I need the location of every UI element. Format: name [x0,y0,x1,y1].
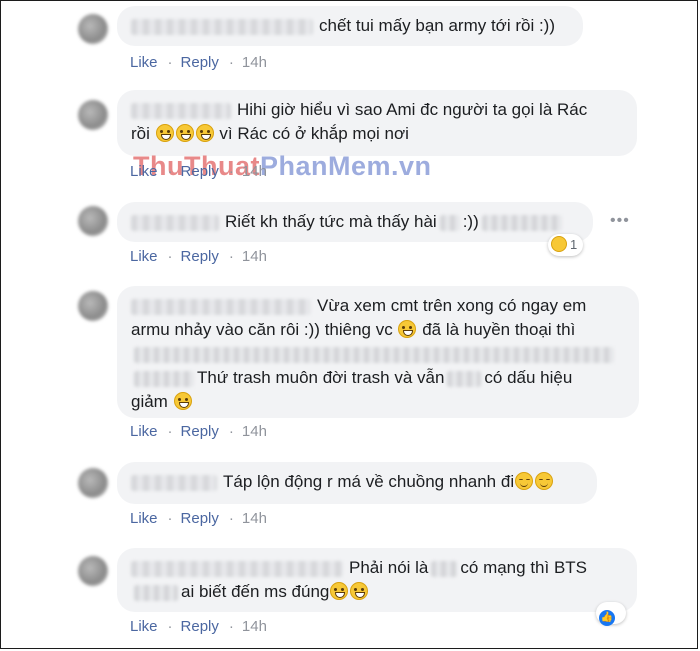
avatar[interactable] [78,100,108,130]
comment-actions: Like · Reply · 14h [130,510,277,527]
redacted-text [431,560,458,577]
timestamp[interactable]: 14h [242,248,267,265]
commenter-name[interactable] [131,18,313,35]
comment-text-line4: Thứ trash muôn đời trash và vẫn [197,368,445,387]
comment-bubble: chết tui mấy bạn army tới rồi :)) [117,6,583,46]
comment-text-line1: Vừa xem cmt trên xong có ngay em [317,296,587,315]
like-link[interactable]: Like [130,510,158,527]
timestamp[interactable]: 14h [242,423,267,440]
reply-link[interactable]: Reply [181,163,219,180]
like-link[interactable]: Like [130,423,158,440]
separator: · [228,423,234,440]
watermark-part2: PhanMem.vn [259,151,432,181]
timestamp[interactable]: 14h [242,618,267,635]
redacted-text [134,370,194,387]
separator: · [228,54,234,71]
avatar[interactable] [78,14,108,44]
commenter-name[interactable] [131,298,311,315]
grin-emoji-icon [175,124,194,142]
comment-text-line1b: có mạng thì BTS [460,558,588,577]
laugh-emoji-icon [330,582,349,600]
avatar[interactable] [78,556,108,586]
comment-bubble: Hihi giờ hiểu vì sao Ami đc người ta gọi… [117,90,637,156]
commenter-name[interactable] [131,214,219,231]
timestamp[interactable]: 14h [242,54,267,71]
comment-text-line1: Hihi giờ hiểu vì sao Ami đc người ta gọi… [237,100,588,119]
separator: · [167,248,173,265]
grin-emoji-icon [173,392,192,410]
avatar[interactable] [78,468,108,498]
separator: · [167,510,173,527]
timestamp[interactable]: 14h [242,510,267,527]
comment-actions: Like · Reply · 14h [130,248,277,265]
commenter-name[interactable] [131,102,231,119]
separator: · [167,618,173,635]
comment-text: Riết kh thấy tức mà thấy hài [225,212,437,231]
separator: · [228,248,234,265]
comment-text-line2b: vì Rác có ở khắp mọi nơi [219,124,409,143]
more-options-icon[interactable]: ••• [610,212,630,230]
avatar[interactable] [78,206,108,236]
separator: · [228,163,234,180]
comment-text-line2b: đã là huyền thoại thì [422,320,576,339]
separator: · [167,423,173,440]
comment-actions: Like · Reply · 14h [130,163,277,180]
timestamp[interactable]: 14h [242,163,267,180]
redacted-text [481,214,562,231]
separator: · [167,163,173,180]
comment-bubble: Táp lộn động r má về chuồng nhanh đi [117,462,597,504]
redacted-text [134,346,614,363]
comment-text: Táp lộn động r má về chuồng nhanh đi [223,472,515,491]
wink-emoji-icon [515,472,534,490]
reply-link[interactable]: Reply [181,423,219,440]
comment-bubble: Vừa xem cmt trên xong có ngay em armu nh… [117,286,639,418]
comment-bubble: Riết kh thấy tức mà thấy hài:)) [117,202,593,242]
redacted-text [447,370,482,387]
like-link[interactable]: Like [130,618,158,635]
like-link[interactable]: Like [130,54,158,71]
reaction-count[interactable]: 👍 [596,602,626,626]
commenter-name[interactable] [131,560,343,577]
comment-actions: Like · Reply · 14h [130,423,277,440]
like-link[interactable]: Like [130,248,158,265]
separator: · [167,54,173,71]
haha-reaction-icon [551,236,567,252]
comment-actions: Like · Reply · 14h [130,618,277,635]
reply-link[interactable]: Reply [181,54,219,71]
reply-link[interactable]: Reply [181,618,219,635]
comment-text-line5: giảm [131,392,168,411]
comment-text-line1a: Phải nói là [349,558,429,577]
separator: · [228,510,234,527]
comment-text: chết tui mấy bạn army tới rồi :)) [319,16,555,35]
comment-actions: Like · Reply · 14h [130,54,277,71]
like-link[interactable]: Like [130,163,158,180]
redacted-text [439,214,460,231]
reply-link[interactable]: Reply [181,248,219,265]
like-reaction-icon: 👍 [599,610,615,626]
reaction-count[interactable]: 1 [548,234,584,256]
comment-bubble: Phải nói là có mạng thì BTS ai biết đến m… [117,548,637,612]
wink-emoji-icon [535,472,554,490]
grin-emoji-icon [155,124,174,142]
grin-emoji-icon [195,124,214,142]
comment-text-line2: ai biết đến ms đúng [181,582,330,601]
redacted-text [134,584,178,601]
reaction-number: 1 [570,237,578,252]
avatar[interactable] [78,291,108,321]
grin-emoji-icon [398,320,417,338]
comment-text-line2a: rồi [131,124,150,143]
commenter-name[interactable] [131,474,217,491]
comment-text-line2a: armu nhảy vào căn rôi :)) thiêng vc [131,320,393,339]
reply-link[interactable]: Reply [181,510,219,527]
comment-text-line4b: có dấu hiệu [484,368,573,387]
laugh-emoji-icon [350,582,369,600]
comment-text-end: :)) [462,212,479,231]
separator: · [228,618,234,635]
